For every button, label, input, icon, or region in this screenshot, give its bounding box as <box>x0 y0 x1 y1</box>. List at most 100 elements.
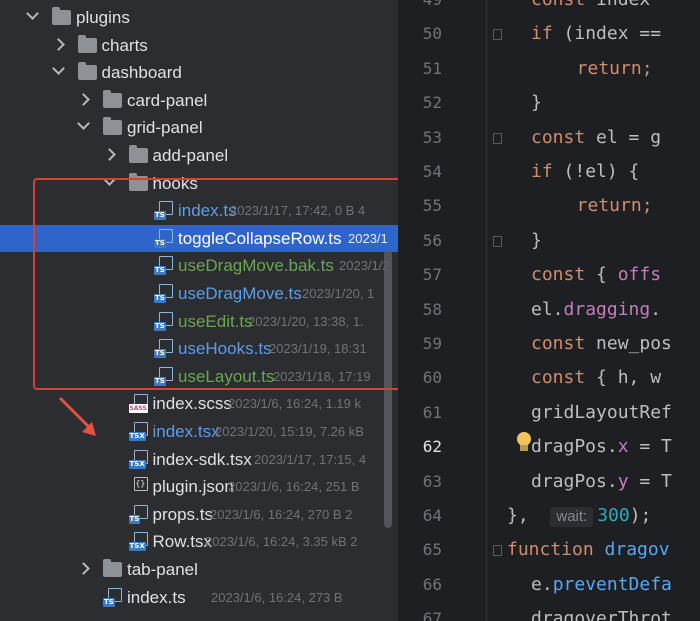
code-token: preventDefa <box>552 573 672 595</box>
gutter-divider <box>486 0 487 621</box>
tree-item-label: index-sdk.tsx <box>152 449 252 469</box>
line-number: 54 <box>422 162 442 181</box>
line-number: 65 <box>422 540 442 560</box>
code-token: ); <box>629 505 652 526</box>
code-token: dragoverThrot <box>531 608 672 621</box>
chevron-down-icon[interactable] <box>77 117 90 131</box>
fold-marker-icon[interactable] <box>493 132 502 144</box>
tree-row-card-panel[interactable]: card-panel <box>0 87 398 114</box>
lightbulb-icon[interactable] <box>515 430 533 454</box>
tsx-file-icon: TSX <box>128 532 149 552</box>
file-meta-info: 2023/1/6, 16:24, 1.19 k <box>228 396 361 412</box>
code-line[interactable]: e.preventDefa <box>531 574 672 596</box>
ts-file-icon: TS <box>103 587 123 607</box>
line-number: 53 <box>422 127 442 147</box>
tree-item-label: Row.tsx <box>152 532 213 552</box>
chevron-down-icon[interactable] <box>26 7 39 20</box>
code-line[interactable]: const { h, w <box>531 367 661 389</box>
file-type-badge: TS <box>103 597 115 607</box>
tree-row-props-ts[interactable]: TS props.ts 2023/1/6, 16:24, 270 B 2 <box>0 501 398 528</box>
code-token: el. <box>531 298 564 320</box>
code-token: const <box>531 126 597 148</box>
code-token: dragPos. <box>531 470 618 492</box>
file-type-badge: TSX <box>128 542 146 552</box>
tree-row-add-panel[interactable]: add-panel <box>0 142 398 169</box>
tree-row-index-ts2[interactable]: TS index.ts 2023/1/6, 16:24, 273 B <box>0 584 398 611</box>
folder-icon <box>103 117 122 136</box>
code-line[interactable]: dragoverThrot <box>531 608 672 621</box>
tree-item-label: plugin.json <box>152 477 234 497</box>
chevron-right-icon[interactable] <box>77 562 90 575</box>
chevron-down-icon[interactable] <box>51 62 65 76</box>
folder-icon <box>128 145 148 163</box>
tree-row-row-tsx[interactable]: TSX Row.tsx 2023/1/6, 16:24, 3.35 kB 2 <box>0 528 398 555</box>
code-line[interactable]: gridLayoutRef <box>531 402 672 424</box>
parameter-hint: wait: <box>550 507 594 527</box>
code-token: const <box>531 333 597 354</box>
folder-icon <box>103 89 122 108</box>
code-line[interactable]: el.dragging. <box>531 299 661 321</box>
code-line[interactable]: const index <box>531 0 661 11</box>
code-token: (!el) { <box>563 161 640 182</box>
code-line[interactable]: const { offs <box>531 264 661 286</box>
code-line[interactable]: return; <box>555 195 653 217</box>
code-line[interactable]: if (index == <box>531 23 661 45</box>
tree-row-grid-panel[interactable]: grid-panel <box>0 114 398 141</box>
code-token: { <box>596 264 618 286</box>
tree-item-label: props.ts <box>152 504 213 524</box>
code-token: dragging <box>563 298 651 320</box>
annotation-highlight-box <box>33 178 398 390</box>
code-line[interactable]: dragPos.y = T <box>531 471 672 493</box>
tree-row-plugin-json[interactable]: plugin.json2023/1/6, 16:24, 251 B <box>0 473 398 500</box>
line-number: 52 <box>422 93 442 113</box>
tree-item-label: charts <box>101 35 148 55</box>
folder-icon <box>52 7 71 25</box>
code-token: offs <box>617 264 662 286</box>
sass-file-icon: SASS <box>128 394 149 414</box>
line-number: 67 <box>422 609 442 621</box>
tree-row-plugins[interactable]: plugins <box>0 4 398 31</box>
line-number: 56 <box>422 230 442 250</box>
chevron-right-icon[interactable] <box>51 37 65 51</box>
folder-icon <box>77 62 97 81</box>
code-token: if <box>531 23 564 45</box>
code-token: (index == <box>563 23 662 45</box>
tree-row-dashboard[interactable]: dashboard <box>0 59 398 86</box>
code-line[interactable]: return; <box>555 58 653 80</box>
code-line[interactable]: } <box>531 92 542 114</box>
tree-row-index-sdk[interactable]: TSX index-sdk.tsx 2023/1/17, 17:15, 4 <box>0 446 398 473</box>
code-token: new_pos <box>596 333 672 354</box>
tree-item-label: dashboard <box>101 63 182 83</box>
fold-marker-icon[interactable] <box>493 29 502 41</box>
code-token: } <box>531 229 542 251</box>
chevron-right-icon[interactable] <box>77 92 90 106</box>
code-token: { h, w <box>596 367 662 389</box>
code-line[interactable]: if (!el) { <box>531 161 639 183</box>
code-line[interactable]: }, wait: 300); <box>507 505 651 527</box>
code-token: if <box>531 161 564 182</box>
file-type-badge: SASS <box>128 404 148 414</box>
folder-icon <box>77 34 97 53</box>
code-line[interactable]: const el = g <box>531 127 661 149</box>
fold-marker-icon[interactable] <box>493 235 502 247</box>
code-line[interactable]: dragPos.x = T <box>531 436 672 458</box>
line-number: 59 <box>422 334 442 353</box>
code-token: x <box>617 436 629 458</box>
file-meta-info: 2023/1/6, 16:24, 273 B <box>211 589 343 605</box>
line-number: 50 <box>422 24 442 44</box>
code-token: function <box>507 539 605 561</box>
tree-row-tab-panel[interactable]: tab-panel <box>0 556 398 583</box>
code-line[interactable]: const new_pos <box>531 333 672 355</box>
tree-row-charts[interactable]: charts <box>0 32 398 59</box>
code-line[interactable]: function dragov <box>507 539 670 561</box>
code-editor[interactable]: 49 const index 50 if (index == 51 return; 52… <box>398 0 700 621</box>
line-number: 66 <box>422 574 442 594</box>
folder-icon <box>103 559 122 577</box>
code-token: return; <box>555 57 653 79</box>
fold-marker-icon[interactable] <box>493 545 502 557</box>
code-line[interactable]: } <box>531 230 542 252</box>
file-meta-info: 2023/1/20, 15:19, 7.26 kB <box>215 424 364 439</box>
line-number: 58 <box>422 299 442 319</box>
tsx-file-icon: TSX <box>128 422 149 441</box>
chevron-right-icon[interactable] <box>102 148 116 161</box>
